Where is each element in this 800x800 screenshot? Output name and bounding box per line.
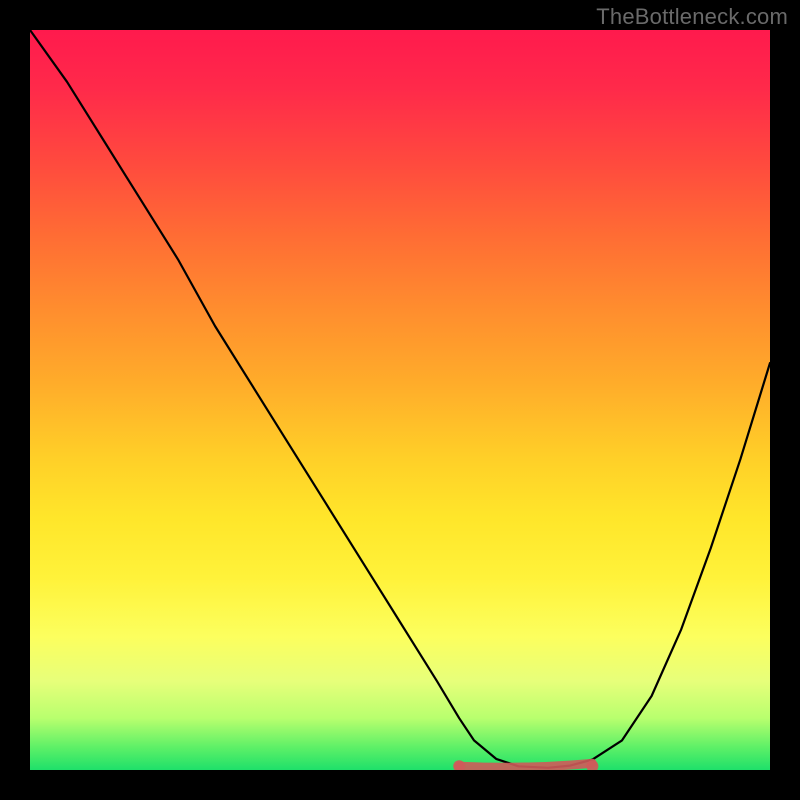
curve-svg bbox=[30, 30, 770, 770]
chart-frame: TheBottleneck.com bbox=[0, 0, 800, 800]
min-marker-band bbox=[459, 763, 592, 767]
bottleneck-curve bbox=[30, 30, 770, 768]
min-marker-dot-start bbox=[453, 760, 465, 770]
plot-area bbox=[30, 30, 770, 770]
watermark-text: TheBottleneck.com bbox=[596, 4, 788, 30]
